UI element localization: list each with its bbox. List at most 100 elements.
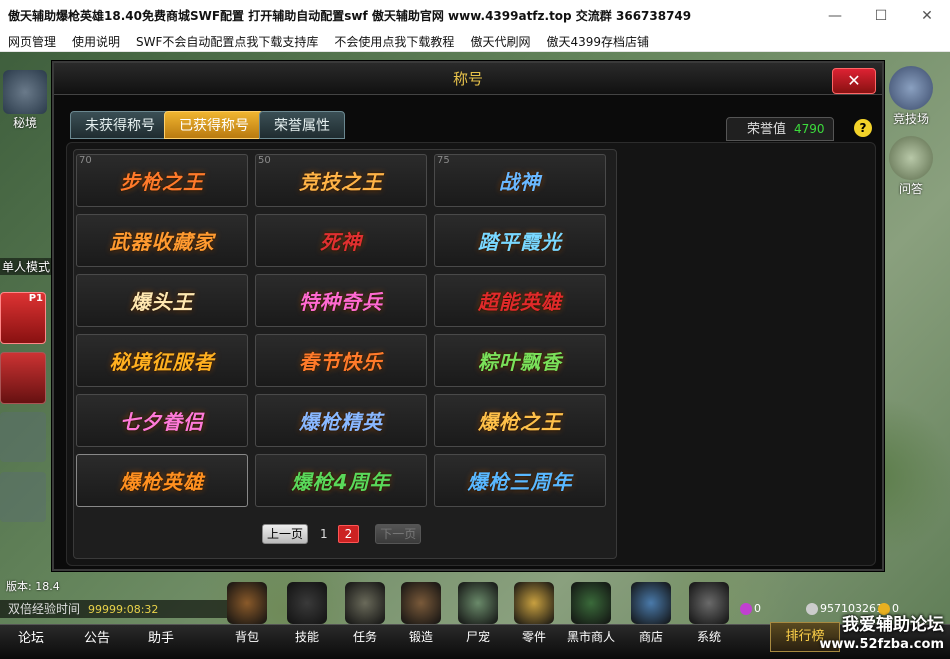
scroll-icon xyxy=(345,582,385,624)
tab-honor-attributes[interactable]: 荣誉属性 xyxy=(259,111,345,139)
prev-page-button[interactable]: 上一页 xyxy=(262,524,309,544)
title-cell[interactable]: 武器收藏家 xyxy=(76,214,248,267)
menu-bar: 网页管理 使用说明 SWF不会自动配置点我下载支持库 不会使用点我下载教程 傲天… xyxy=(0,31,950,52)
title-name: 粽叶飘香 xyxy=(478,350,562,374)
toolbar-button-gear[interactable]: 系统 xyxy=(684,582,734,645)
toolbar-label: 任务 xyxy=(352,630,377,644)
menu-item-store[interactable]: 傲天4399存档店铺 xyxy=(538,33,657,50)
secret-realm-button[interactable]: 秘境 xyxy=(0,70,50,131)
honor-value: 4790 xyxy=(794,122,825,136)
title-name: 死神 xyxy=(320,230,362,254)
player2-avatar[interactable] xyxy=(0,352,46,404)
title-name: 武器收藏家 xyxy=(109,230,215,254)
toolbar-button-zombie[interactable]: 尸宠 xyxy=(453,582,503,645)
game-area: 秘境 单人模式 P1 竞技场 问答 称号 ✕ 未获得称号 已获得称号 荣誉属性 xyxy=(0,52,950,659)
single-mode-label[interactable]: 单人模式 xyxy=(0,258,52,275)
title-cell[interactable]: 特种奇兵 xyxy=(255,274,427,327)
title-name: 超能英雄 xyxy=(478,290,562,314)
toolbar-button-merchant[interactable]: 黑市商人 xyxy=(566,582,616,645)
title-cell[interactable]: 粽叶飘香 xyxy=(434,334,606,387)
toolbar-label: 黑市商人 xyxy=(566,630,615,644)
dialog-close-button[interactable]: ✕ xyxy=(832,68,876,94)
title-cell[interactable]: 超能英雄 xyxy=(434,274,606,327)
title-cell[interactable]: 爆枪之王 xyxy=(434,394,606,447)
bullet-icon xyxy=(514,582,554,624)
menu-item-proxy[interactable]: 傲天代刷网 xyxy=(462,33,538,50)
forum-link[interactable]: 论坛 xyxy=(18,627,44,646)
title-name: 爆头王 xyxy=(130,290,194,314)
maximize-button[interactable]: ☐ xyxy=(858,0,904,31)
honor-label: 荣誉值 xyxy=(747,122,787,137)
toolbar-button-bullet[interactable]: 零件 xyxy=(509,582,559,645)
version-text: 版本: 18.4 xyxy=(6,580,60,593)
quiz-button[interactable]: 问答 xyxy=(884,136,938,197)
toolbar-button-scroll[interactable]: 任务 xyxy=(340,582,390,645)
title-cell[interactable]: 爆枪4周年 xyxy=(255,454,427,507)
menu-item-usage[interactable]: 使用说明 xyxy=(64,33,128,50)
toolbar-label: 技能 xyxy=(294,630,319,644)
tab-unobtained[interactable]: 未获得称号 xyxy=(70,111,170,139)
player3-avatar[interactable] xyxy=(0,412,46,462)
assistant-link[interactable]: 助手 xyxy=(148,627,174,646)
zombie-icon xyxy=(458,582,498,624)
tab-obtained[interactable]: 已获得称号 xyxy=(164,111,264,139)
title-name: 爆枪英雄 xyxy=(120,470,204,494)
title-cell[interactable]: 70 步枪之王 xyxy=(76,154,248,207)
help-icon[interactable]: ? xyxy=(854,119,872,137)
title-cell[interactable]: 50 竞技之王 xyxy=(255,154,427,207)
notice-link[interactable]: 公告 xyxy=(84,627,110,646)
close-window-button[interactable]: ✕ xyxy=(904,0,950,31)
zombie-head-icon xyxy=(889,136,933,180)
hammer-icon xyxy=(401,582,441,624)
title-name: 踏平霞光 xyxy=(478,230,562,254)
title-level: 75 xyxy=(437,155,450,166)
player1-avatar[interactable]: P1 xyxy=(0,292,46,344)
watermark-url: www.52fzba.com xyxy=(819,637,944,652)
skill-icon xyxy=(287,582,327,624)
title-cell[interactable]: 春节快乐 xyxy=(255,334,427,387)
title-cell[interactable]: 爆枪精英 xyxy=(255,394,427,447)
toolbar-button-hammer[interactable]: 锻造 xyxy=(396,582,446,645)
title-panel: 上一页 1 2 下一页 70 步枪之王 50 竞技之王 75 战神武器收藏家 死神 踏平霞光爆… xyxy=(66,142,876,566)
title-cell[interactable]: 爆枪三周年 xyxy=(434,454,606,507)
crossed-swords-icon xyxy=(889,66,933,110)
pagination: 上一页 1 2 下一页 xyxy=(262,523,422,545)
double-exp-value: 99999:08:32 xyxy=(88,603,159,616)
toolbar-button-shop[interactable]: 商店 xyxy=(626,582,676,645)
toolbar-label: 系统 xyxy=(696,630,721,644)
merchant-icon xyxy=(571,582,611,624)
window-title: 傲天辅助爆枪英雄18.40免费商城SWF配置 打开辅助自动配置swf 傲天辅助官… xyxy=(8,9,692,23)
title-name: 爆枪4周年 xyxy=(291,470,391,494)
player4-avatar[interactable] xyxy=(0,472,46,522)
gem-counter: 0 xyxy=(740,602,761,615)
toolbar-label: 零件 xyxy=(521,630,546,644)
menu-item-swf-lib[interactable]: SWF不会自动配置点我下载支持库 xyxy=(128,33,326,50)
menu-item-tutorial[interactable]: 不会使用点我下载教程 xyxy=(326,33,462,50)
dialog-title: 称号 xyxy=(54,63,882,95)
title-cell[interactable]: 爆头王 xyxy=(76,274,248,327)
shop-icon xyxy=(631,582,671,624)
title-cell[interactable]: 踏平霞光 xyxy=(434,214,606,267)
title-name: 爆枪之王 xyxy=(478,410,562,434)
title-cell[interactable]: 75 战神 xyxy=(434,154,606,207)
toolbar-button-skill[interactable]: 技能 xyxy=(282,582,332,645)
toolbar-label: 背包 xyxy=(234,630,259,644)
next-page-button[interactable]: 下一页 xyxy=(375,524,422,544)
title-name: 春节快乐 xyxy=(299,350,383,374)
title-cell[interactable]: 七夕眷侣 xyxy=(76,394,248,447)
minimize-button[interactable]: — xyxy=(812,0,858,31)
title-cell[interactable]: 秘境征服者 xyxy=(76,334,248,387)
arena-button[interactable]: 竞技场 xyxy=(884,66,938,127)
gem-icon xyxy=(740,602,752,615)
title-level: 70 xyxy=(79,155,92,166)
title-bar: 傲天辅助爆枪英雄18.40免费商城SWF配置 打开辅助自动配置swf 傲天辅助官… xyxy=(0,0,950,31)
gear-icon xyxy=(689,582,729,624)
page-1[interactable]: 1 xyxy=(320,527,328,541)
toolbar-button-backpack[interactable]: 背包 xyxy=(222,582,272,645)
title-name: 战神 xyxy=(499,170,541,194)
title-cell[interactable]: 爆枪英雄 xyxy=(76,454,248,507)
title-cell[interactable]: 死神 xyxy=(255,214,427,267)
menu-item-page-manage[interactable]: 网页管理 xyxy=(0,33,64,50)
page-2-current[interactable]: 2 xyxy=(337,525,360,543)
toolbar-label: 商店 xyxy=(638,630,663,644)
